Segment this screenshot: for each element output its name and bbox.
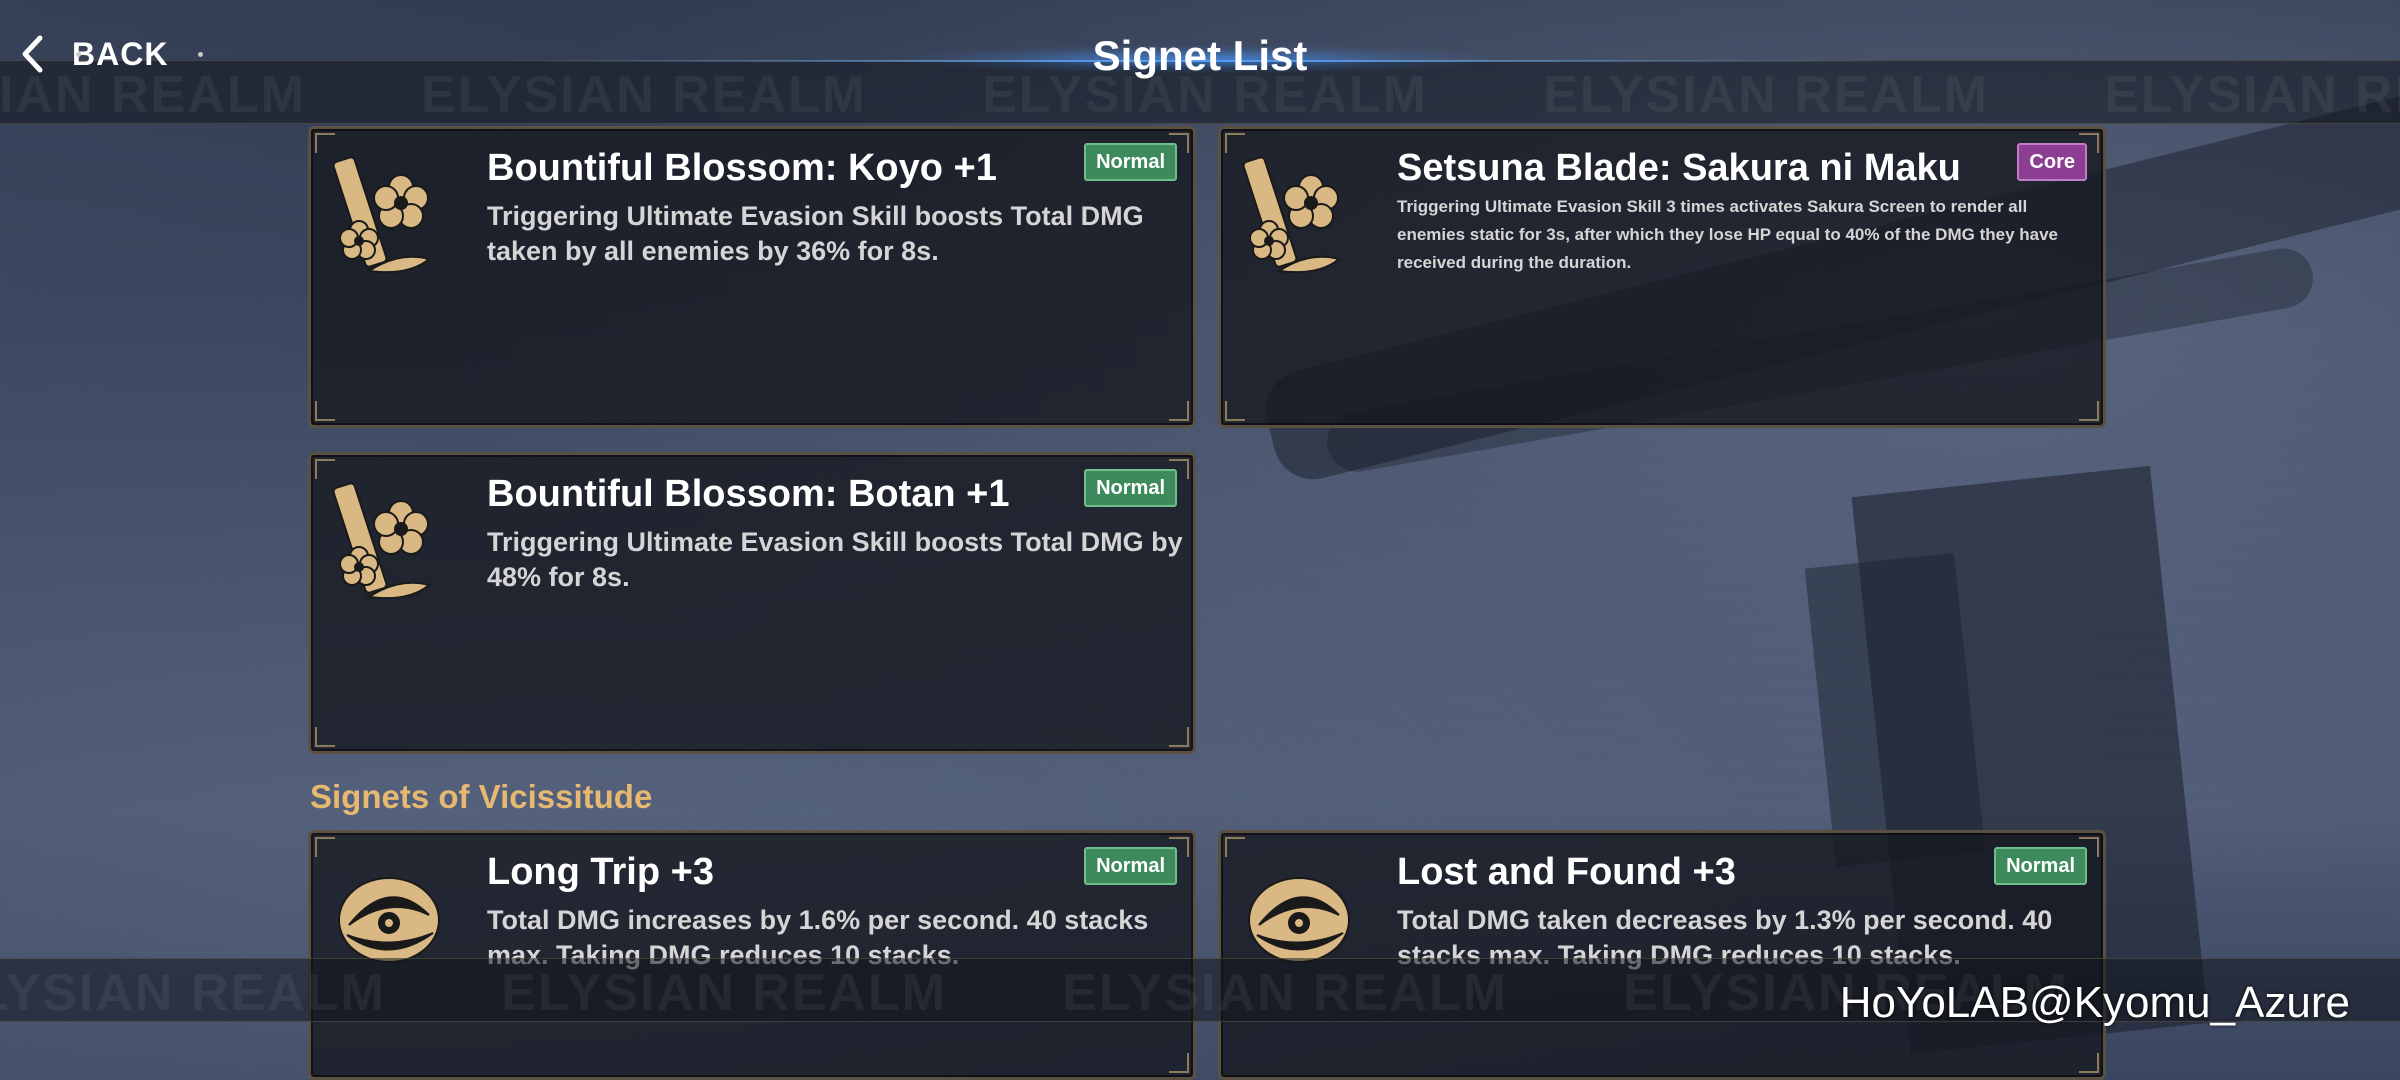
rarity-badge: Normal [1084,469,1177,507]
signet-description: Triggering Ultimate Evasion Skill boosts… [487,527,1183,592]
card-corner [315,401,335,421]
sakura-blade-icon [1239,151,1359,281]
banner-text: ELYSIAN REALM [0,964,386,1022]
signet-name: Setsuna Blade: Sakura ni Maku [1397,147,1961,189]
card-corner [1225,401,1245,421]
rarity-badge: Normal [1994,847,2087,885]
signet-card[interactable]: Setsuna Blade: Sakura ni Maku Core Trigg… [1218,126,2106,428]
banner-watermark-text: ELYSIAN REALM ELYSIAN REALM ELYSIAN REAL… [0,963,2069,1022]
sakura-blade-icon [329,477,449,607]
signet-card[interactable]: Bountiful Blossom: Koyo +1 Normal Trigge… [308,126,1196,428]
signet-name: Lost and Found +3 [1397,851,1736,893]
signet-name: Long Trip +3 [487,851,714,893]
banner-text: ELYSIAN REALM [1062,964,1509,1022]
signet-name: Bountiful Blossom: Koyo +1 [487,147,997,189]
signet-card[interactable]: Bountiful Blossom: Botan +1 Normal Trigg… [308,452,1196,754]
top-bar: ELYSIAN REALM ELYSIAN REALM ELYSIAN REAL… [0,0,2400,125]
signet-description: Triggering Ultimate Evasion Skill 3 time… [1397,197,2058,272]
card-corner [315,727,335,747]
signet-card[interactable]: Long Trip +3 Normal Total DMG increases … [308,830,1196,1080]
sakura-blade-icon [329,151,449,281]
section-heading: Signets of Vicissitude [310,778,653,815]
page-title: Signet List [1092,32,1308,79]
signet-name: Bountiful Blossom: Botan +1 [487,473,1010,515]
rarity-badge: Normal [1084,847,1177,885]
rarity-badge: Normal [1084,143,1177,181]
signet-description: Triggering Ultimate Evasion Skill boosts… [487,201,1144,266]
rarity-badge: Core [2017,143,2087,181]
background-tower [1804,552,1986,868]
watermark: HoYoLAB@Kyomu_Azure [1839,978,2350,1027]
banner-text: ELYSIAN REALM [501,964,947,1022]
signet-card[interactable]: Lost and Found +3 Normal Total DMG taken… [1218,830,2106,1080]
